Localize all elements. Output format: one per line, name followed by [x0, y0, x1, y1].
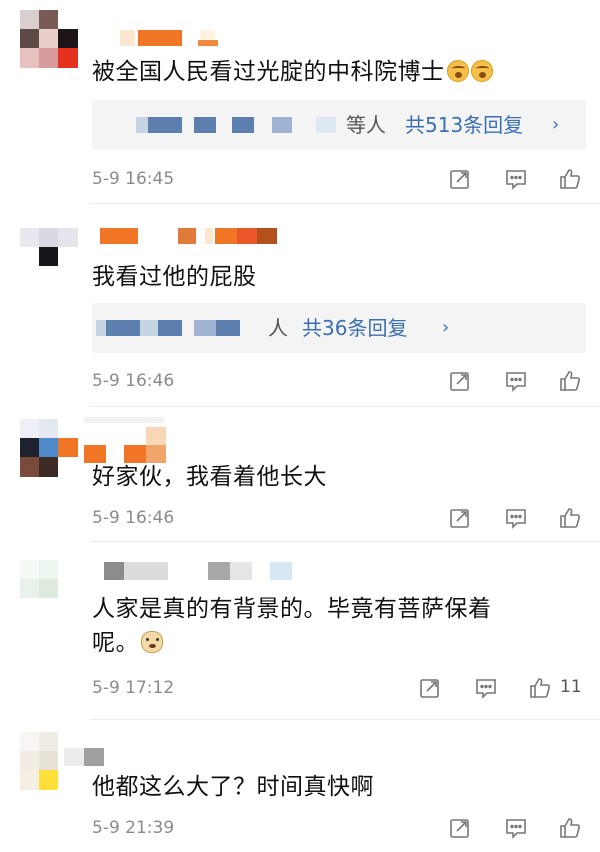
wow-face-icon: [470, 60, 493, 82]
reply-suffix: 等人: [346, 113, 386, 137]
comment-icon[interactable]: [474, 676, 498, 700]
reply-usernames-redacted: [96, 320, 266, 336]
share-icon[interactable]: [448, 369, 472, 393]
wow-face-icon: [446, 60, 469, 82]
comment-text: 人家是真的有背景的。毕竟有菩萨保着 呢。: [92, 596, 492, 656]
timestamp: 5-9 16:46: [92, 371, 175, 391]
share-icon[interactable]: [418, 676, 442, 700]
comment-text: 被全国人民看过光腚的中科院博士: [92, 55, 560, 89]
avatar[interactable]: [20, 419, 78, 477]
comment-icon[interactable]: [504, 167, 528, 191]
like-icon[interactable]: [558, 816, 582, 840]
avatar[interactable]: [20, 560, 78, 618]
like-icon[interactable]: [558, 506, 582, 530]
comment-icon[interactable]: [504, 506, 528, 530]
comment-icon[interactable]: [504, 816, 528, 840]
comment-item-4: 人家是真的有背景的。毕竟有菩萨保着 呢。 5-9 17:12 11: [0, 542, 600, 718]
reply-suffix: 人: [268, 316, 288, 340]
doge-face-icon: [141, 631, 163, 653]
comment-actions: [442, 816, 582, 840]
reply-usernames-redacted: [136, 117, 366, 133]
comment-text: 我看过他的屁股: [92, 264, 257, 290]
timestamp: 5-9 16:46: [92, 508, 175, 528]
reply-count-link[interactable]: 共513条回复: [405, 112, 523, 138]
like-icon[interactable]: [558, 167, 582, 191]
reply-preview[interactable]: 人 共36条回复 ›: [92, 303, 586, 353]
like-icon[interactable]: [558, 369, 582, 393]
share-icon[interactable]: [448, 816, 472, 840]
timestamp: 5-9 21:39: [92, 818, 175, 838]
username-redacted[interactable]: [120, 30, 240, 46]
comment-item-5: 他都这么大了？时间真快啊 5-9 21:39: [0, 720, 600, 852]
username-redacted[interactable]: [100, 228, 280, 244]
comment-item-1: 被全国人民看过光腚的中科院博士 等人 共513条回复 › 5-9 16:45: [0, 0, 600, 202]
chevron-right-icon[interactable]: ›: [442, 317, 449, 338]
comment-icon[interactable]: [504, 369, 528, 393]
username-redacted[interactable]: [84, 417, 174, 463]
reply-preview[interactable]: 等人 共513条回复 ›: [92, 100, 586, 150]
share-icon[interactable]: [448, 506, 472, 530]
comment-item-3: 好家伙，我看着他长大 5-9 16:46: [0, 407, 600, 540]
avatar[interactable]: [20, 10, 78, 68]
comment-actions: [442, 369, 582, 393]
like-count: 11: [560, 677, 582, 697]
comment-item-2: 我看过他的屁股 人 共36条回复 › 5-9 16:46: [0, 204, 600, 404]
timestamp: 5-9 17:12: [92, 678, 175, 698]
share-icon[interactable]: [448, 167, 472, 191]
comment-text: 他都这么大了？时间真快啊: [92, 774, 374, 800]
like-icon[interactable]: [528, 676, 552, 700]
comment-actions: [442, 506, 582, 530]
chevron-right-icon[interactable]: ›: [552, 114, 559, 135]
comment-text: 好家伙，我看着他长大: [92, 464, 327, 490]
username-redacted[interactable]: [64, 748, 114, 766]
reply-count-link[interactable]: 共36条回复: [302, 315, 407, 341]
timestamp: 5-9 16:45: [92, 169, 175, 189]
username-redacted[interactable]: [104, 562, 304, 580]
comment-actions: [442, 167, 582, 191]
comment-actions: 11: [412, 676, 582, 700]
avatar[interactable]: [20, 228, 78, 286]
